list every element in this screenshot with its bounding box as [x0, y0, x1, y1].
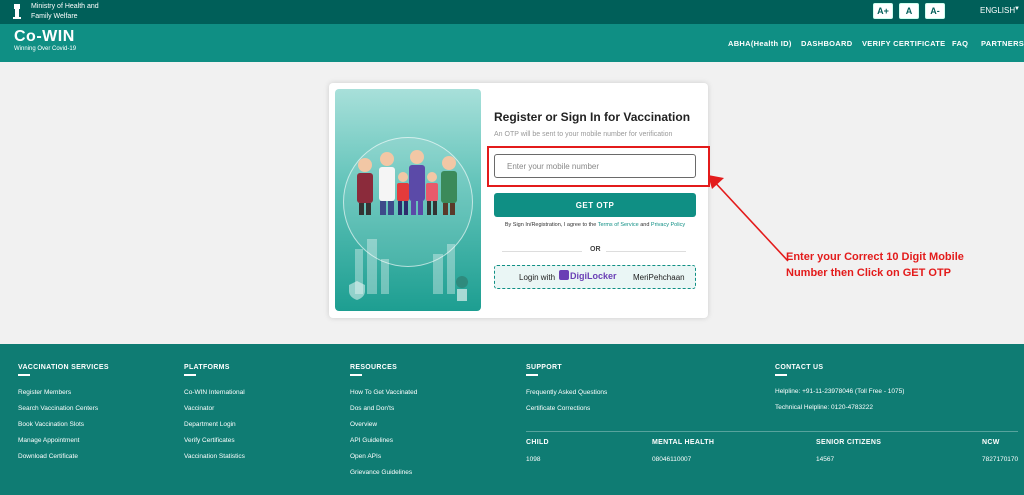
divider: [502, 251, 582, 252]
caret-down-icon: ▼: [1014, 6, 1020, 12]
footer-link[interactable]: Vaccination Statistics: [184, 453, 245, 460]
family-icon: [349, 150, 468, 301]
nav-dashboard[interactable]: DASHBOARD: [801, 39, 852, 48]
footer-link[interactable]: Search Vaccination Centers: [18, 405, 98, 412]
footer-link[interactable]: Manage Appointment: [18, 437, 79, 444]
footer-link[interactable]: Vaccinator: [184, 405, 214, 412]
helpline-mental-label: MENTAL HEALTH: [652, 439, 715, 446]
gov-bar: Ministry of Health and Family Welfare A+…: [0, 0, 1024, 24]
divider: [606, 251, 686, 252]
footer-heading-contact: CONTACT US: [775, 364, 824, 371]
cowin-logo[interactable]: Co-WIN: [14, 28, 75, 46]
or-separator: OR: [590, 246, 601, 253]
ministry-name: Ministry of Health and Family Welfare: [31, 3, 99, 20]
privacy-policy-link[interactable]: Privacy Policy: [651, 222, 685, 228]
digilocker-icon: [559, 270, 569, 280]
footer-link[interactable]: Grievance Guidelines: [350, 469, 412, 476]
helpline-senior-number: 14567: [816, 456, 835, 463]
nav-faq[interactable]: FAQ: [952, 39, 968, 48]
footer-link[interactable]: Co-WIN International: [184, 389, 245, 396]
helpline-child-number: 1098: [526, 456, 541, 463]
footer-link[interactable]: Open APIs: [350, 453, 381, 460]
footer-link[interactable]: Download Certificate: [18, 453, 78, 460]
annotation-highlight-box: [487, 146, 710, 187]
footer-link[interactable]: Department Login: [184, 421, 236, 428]
footer-link[interactable]: Book Vaccination Slots: [18, 421, 84, 428]
footer-heading-support: SUPPORT: [526, 364, 562, 371]
footer: [0, 344, 1024, 495]
font-normal-button[interactable]: A: [899, 3, 919, 19]
font-increase-button[interactable]: A+: [873, 3, 893, 19]
helpline-text: Helpline: +91-11-23978046 (Toll Free - 1…: [775, 388, 905, 395]
helpline-ncw-number: 7827170170: [982, 456, 1019, 463]
font-decrease-button[interactable]: A-: [925, 3, 945, 19]
nav-abha[interactable]: ABHA(Health ID): [728, 39, 792, 48]
login-subtitle: An OTP will be sent to your mobile numbe…: [494, 131, 673, 138]
digilocker-logo: DigiLocker: [559, 270, 617, 281]
terms-of-service-link[interactable]: Terms of Service: [598, 222, 639, 228]
nav-partners[interactable]: PARTNERS: [981, 39, 1024, 48]
helpline-mental-number: 08046110007: [652, 456, 692, 463]
language-select[interactable]: ENGLISH: [980, 6, 1015, 15]
footer-link[interactable]: Certificate Corrections: [526, 405, 590, 412]
family-illustration: [335, 89, 481, 311]
helpline-senior-label: SENIOR CITIZENS: [816, 439, 882, 446]
footer-link[interactable]: Verify Certificates: [184, 437, 235, 444]
footer-link[interactable]: API Guidelines: [350, 437, 393, 444]
terms-text: By Sign In/Registration, I agree to the …: [504, 222, 686, 228]
footer-heading-resources: RESOURCES: [350, 364, 398, 371]
nav-verify-certificate[interactable]: VERIFY CERTIFICATE: [862, 39, 945, 48]
annotation-arrow-icon: [708, 175, 789, 262]
helpline-child-label: CHILD: [526, 439, 549, 446]
login-title: Register or Sign In for Vaccination: [494, 110, 691, 124]
technical-helpline-text: Technical Helpline: 0120-4783222: [775, 404, 873, 411]
helpline-ncw-label: NCW: [982, 439, 1000, 446]
footer-link[interactable]: Dos and Don'ts: [350, 405, 394, 412]
footer-link[interactable]: Register Members: [18, 389, 71, 396]
footer-divider: [526, 431, 1018, 432]
footer-link[interactable]: Frequently Asked Questions: [526, 389, 607, 396]
digilocker-login-button[interactable]: Login with DigiLocker MeriPehchaan: [494, 265, 696, 289]
footer-link[interactable]: How To Get Vaccinated: [350, 389, 417, 396]
get-otp-button[interactable]: GET OTP: [494, 193, 696, 217]
footer-heading-platforms: PLATFORMS: [184, 364, 230, 371]
annotation-text: Enter your Correct 10 Digit Mobile Numbe…: [786, 251, 964, 279]
footer-heading-vaccination: VACCINATION SERVICES: [18, 364, 109, 371]
main-header: Co-WIN Winning Over Covid-19 ABHA(Health…: [0, 24, 1024, 62]
national-emblem-icon: [13, 4, 21, 19]
shield-icon: [349, 281, 365, 300]
tagline: Winning Over Covid-19: [14, 46, 77, 52]
footer-link[interactable]: Overview: [350, 421, 377, 428]
